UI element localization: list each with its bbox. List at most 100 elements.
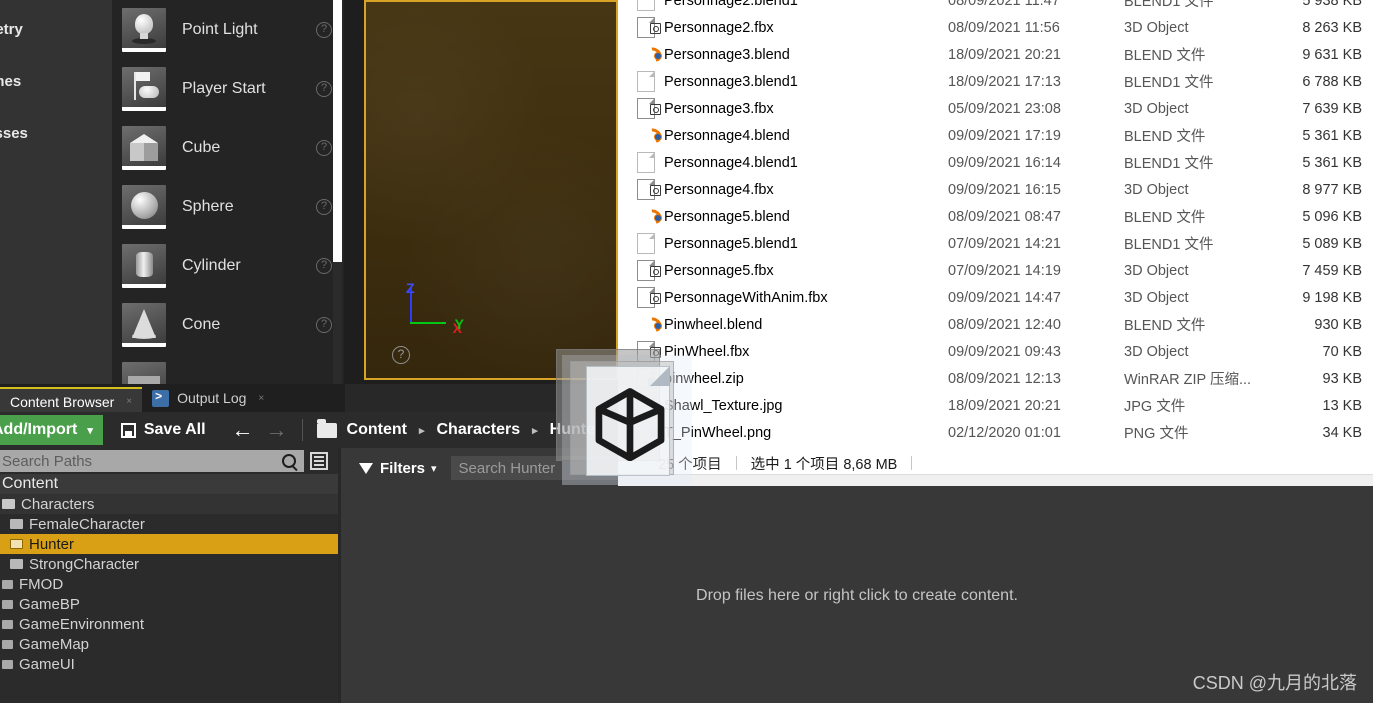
file-row[interactable]: Personnage2.fbx 08/09/2021 11:56 3D Object… [618, 14, 1373, 41]
search-icon[interactable] [282, 454, 296, 468]
file-row[interactable]: Personnage4.blend1 09/09/2021 16:14 BLEND1… [618, 149, 1373, 176]
chevron-right-icon: ▸ [418, 424, 425, 437]
paths-column: Content Characters FemaleCharacter [0, 448, 338, 703]
file-name-cell: pinwheel.zip [618, 368, 948, 389]
help-icon[interactable]: ? [316, 257, 332, 274]
file-name-label: Pinwheel.blend [664, 316, 763, 333]
place-item-label: Sphere [182, 197, 234, 215]
place-item-label: Cylinder [182, 256, 241, 274]
tree-item-content[interactable]: Content [0, 474, 338, 494]
file-name-label: Personnage5.fbx [664, 262, 774, 279]
search-paths-input[interactable] [0, 452, 244, 470]
folder-icon [10, 539, 23, 549]
file-row[interactable]: Personnage3.fbx 05/09/2021 23:08 3D Object… [618, 95, 1373, 122]
breadcrumb-item-characters[interactable]: Characters [437, 421, 521, 439]
tree-item-gamemap[interactable]: GameMap [0, 634, 338, 654]
category-geometry[interactable]: metry [0, 10, 112, 50]
close-icon[interactable]: × [126, 396, 132, 407]
file-type-cell: BLEND 文件 [1124, 129, 1206, 145]
file-size-cell: 8 977 KB [1302, 181, 1362, 198]
folder-icon [316, 418, 337, 438]
close-icon[interactable]: × [258, 393, 264, 404]
file-name-label: Personnage3.fbx [664, 100, 774, 117]
file-size-cell: 7 459 KB [1302, 262, 1362, 279]
file-row[interactable]: Shawl_Texture.jpg 18/09/2021 20:21 JPG 文件 1… [618, 392, 1373, 419]
breadcrumb-item-content[interactable]: Content [347, 421, 407, 439]
breadcrumb-item-hunter[interactable]: Hunter [550, 421, 602, 439]
file-row[interactable]: Personnage3.blend1 18/09/2021 17:13 BLEND1… [618, 68, 1373, 95]
place-item-plane-partial[interactable] [112, 354, 344, 384]
file-size-cell: 8 263 KB [1302, 19, 1362, 36]
filters-button[interactable]: Filters [380, 460, 425, 477]
file-list[interactable]: Personnage2.blend1 08/09/2021 11:47 BLEND1… [618, 0, 1373, 452]
add-import-button[interactable]: Add/Import ▾ [0, 415, 103, 445]
help-icon[interactable]: ? [316, 139, 332, 156]
place-panel-scrollbar-thumb[interactable] [333, 0, 342, 262]
file-size-cell: 13 KB [1322, 397, 1363, 414]
file-size-cell: 6 788 KB [1302, 73, 1362, 90]
file-row[interactable]: Personnage4.fbx 09/09/2021 16:15 3D Object… [618, 176, 1373, 203]
back-arrow-icon[interactable]: ← [232, 419, 254, 441]
fbx-file-icon [637, 179, 661, 200]
image-file-icon [637, 395, 661, 416]
viewport-help-icon[interactable]: ? [392, 346, 410, 364]
tree-label: FemaleCharacter [29, 515, 145, 533]
file-row[interactable]: PinWheel.fbx 09/09/2021 09:43 3D Object 70 … [618, 338, 1373, 365]
file-name-cell: Personnage3.blend1 [618, 71, 948, 92]
place-item-cylinder[interactable]: Cylinder ? [112, 236, 344, 295]
help-icon[interactable]: ? [316, 80, 332, 97]
help-icon[interactable]: ? [316, 316, 332, 333]
file-size-cell: 93 KB [1322, 370, 1363, 387]
tree-item-gameui[interactable]: GameUI [0, 654, 338, 674]
file-name-label: PinWheel.fbx [664, 343, 750, 360]
category-volumes[interactable]: umes [0, 62, 112, 102]
file-date-cell: 18/09/2021 17:13 [948, 73, 1061, 90]
tab-output-log[interactable]: Output Log × [142, 384, 274, 412]
file-row[interactable]: Personnage4.blend 09/09/2021 17:19 BLEND 文… [618, 122, 1373, 149]
tree-item-characters[interactable]: Characters [0, 494, 338, 514]
place-item-player-start[interactable]: Player Start ? [112, 59, 344, 118]
file-row[interactable]: Personnage3.blend 18/09/2021 20:21 BLEND 文… [618, 41, 1373, 68]
file-row[interactable]: T_PinWheel.png 02/12/2020 01:01 PNG 文件 34 K… [618, 419, 1373, 446]
level-viewport[interactable]: Z X Y ? [364, 0, 618, 380]
tree-item-fmod[interactable]: FMOD [0, 574, 338, 594]
tree-item-gamebp[interactable]: GameBP [0, 594, 338, 614]
help-icon[interactable]: ? [316, 198, 332, 215]
file-row[interactable]: Personnage2.blend1 08/09/2021 11:47 BLEND1… [618, 0, 1373, 14]
place-item-cone[interactable]: Cone ? [112, 295, 344, 354]
file-row[interactable]: pinwheel.zip 08/09/2021 12:13 WinRAR ZIP 压… [618, 365, 1373, 392]
player-start-icon [122, 66, 166, 111]
tab-content-browser[interactable]: Content Browser × [0, 386, 143, 415]
forward-arrow-icon[interactable]: → [266, 419, 288, 441]
tree-item-hunter[interactable]: Hunter [0, 534, 338, 554]
file-name-cell: Personnage4.blend [618, 125, 948, 146]
help-icon[interactable]: ? [316, 21, 332, 38]
place-item-cube[interactable]: Cube ? [112, 118, 344, 177]
place-item-sphere[interactable]: Sphere ? [112, 177, 344, 236]
place-item-point-light[interactable]: Point Light ? [112, 0, 344, 59]
file-row[interactable]: Personnage5.blend 08/09/2021 08:47 BLEND 文… [618, 203, 1373, 230]
status-divider [735, 456, 737, 470]
file-name-cell: Personnage3.fbx [618, 98, 948, 119]
tree-item-gameenvironment[interactable]: GameEnvironment [0, 614, 338, 634]
category-all-classes[interactable]: lasses [0, 114, 112, 154]
tree-label: Hunter [29, 535, 75, 553]
fbx-file-icon [637, 17, 661, 38]
file-row[interactable]: PersonnageWithAnim.fbx 09/09/2021 14:47 3D… [618, 284, 1373, 311]
file-date-cell: 07/09/2021 14:21 [948, 235, 1061, 252]
chevron-down-icon[interactable]: ▾ [431, 462, 437, 475]
file-row[interactable]: Personnage5.blend1 07/09/2021 14:21 BLEND1… [618, 230, 1373, 257]
view-options-icon[interactable] [310, 452, 328, 470]
file-date-cell: 08/09/2021 12:13 [948, 370, 1061, 387]
tree-item-strongcharacter[interactable]: StrongCharacter [0, 554, 338, 574]
save-all-button[interactable]: Save All [120, 421, 206, 439]
tree-item-femalecharacter[interactable]: FemaleCharacter [0, 514, 338, 534]
file-size-cell: 5 361 KB [1302, 154, 1362, 171]
file-type-cell: BLEND 文件 [1124, 318, 1206, 334]
file-name-label: Personnage3.blend1 [664, 73, 798, 90]
file-row[interactable]: Pinwheel.blend 08/09/2021 12:40 BLEND 文件 93… [618, 311, 1373, 338]
file-row[interactable]: Personnage5.fbx 07/09/2021 14:19 3D Object… [618, 257, 1373, 284]
file-name-cell: PersonnageWithAnim.fbx [618, 287, 948, 308]
search-paths-box[interactable] [0, 450, 304, 472]
chevron-down-icon: ▾ [87, 424, 93, 437]
